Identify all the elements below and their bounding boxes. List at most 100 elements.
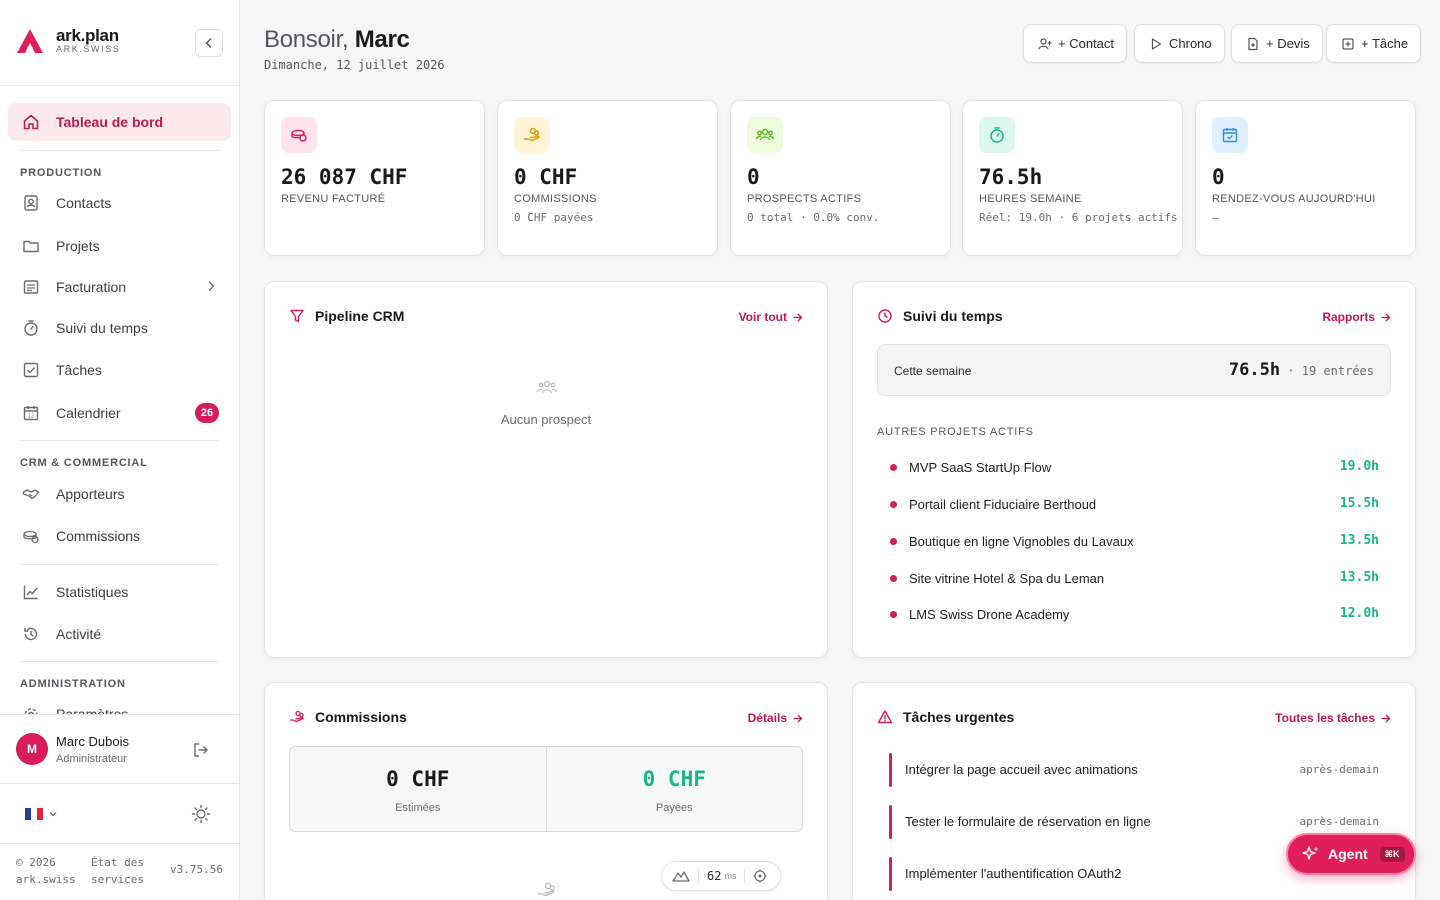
stopwatch-icon: [979, 117, 1015, 153]
priority-bar: [889, 805, 892, 839]
paid-label: Payées: [655, 802, 693, 814]
project-row[interactable]: MVP SaaS StartUp Flow 19.0h: [877, 450, 1391, 486]
sidebar-footer: © 2026 ark.swiss État des services v3.75…: [0, 848, 239, 900]
kpi-value: 0 CHF: [514, 165, 578, 189]
priority-bar: [889, 857, 892, 891]
user-panel: M Marc Dubois Administrateur: [0, 714, 239, 784]
week-label: Cette semaine: [894, 364, 972, 378]
crosshair-icon[interactable]: [753, 869, 767, 883]
arrow-right-icon: [1381, 313, 1391, 321]
kpi-label: PROSPECTS ACTIFS: [747, 193, 862, 205]
all-tasks-link[interactable]: Toutes les tâches: [1275, 711, 1391, 725]
sidebar-item-dashboard[interactable]: Tableau de bord: [8, 103, 231, 141]
sidebar-item-tasks[interactable]: Tâches: [8, 351, 231, 389]
sidebar-item-label: Commissions: [56, 528, 141, 544]
sidebar-item-label: Tâches: [56, 362, 102, 378]
page-title: Bonsoir, Marc: [264, 26, 410, 53]
panel-title: Suivi du temps: [877, 308, 1003, 324]
status-dot: [890, 501, 897, 508]
commission-paid: 0 CHF Payées: [545, 747, 803, 831]
sidebar-item-statistics[interactable]: Statistiques: [8, 573, 231, 611]
priority-bar: [889, 753, 892, 787]
sidebar-item-settings[interactable]: Paramètres: [8, 696, 231, 714]
sidebar-item-billing[interactable]: Facturation: [8, 268, 231, 306]
status-dot: [890, 538, 897, 545]
kpi-label: HEURES SEMAINE: [979, 193, 1082, 205]
task-due: après-demain: [1299, 815, 1379, 828]
estimated-value: 0 CHF: [386, 767, 450, 791]
panel-title: Tâches urgentes: [877, 709, 1014, 725]
kpi-card-hours[interactable]: 76.5h HEURES SEMAINE Réel: 19.0h · 6 pro…: [962, 100, 1183, 256]
calendar-count-badge: 26: [195, 403, 219, 423]
add-quote-button[interactable]: + Devis: [1231, 24, 1323, 63]
sidebar-item-referrers[interactable]: Apporteurs: [8, 475, 231, 513]
performance-indicator[interactable]: 62 ms: [661, 861, 781, 891]
task-due: après-demain: [1299, 763, 1379, 776]
project-name: MVP SaaS StartUp Flow: [909, 460, 1052, 475]
kpi-subtext: 0 CHF payées: [514, 211, 594, 224]
sidebar-item-activity[interactable]: Activité: [8, 615, 231, 653]
chevron-down-icon[interactable]: [48, 809, 58, 819]
status-link[interactable]: État des services: [91, 854, 144, 888]
kpi-value: 0: [747, 165, 760, 189]
project-row[interactable]: LMS Swiss Drone Academy 12.0h: [877, 597, 1391, 633]
project-name: LMS Swiss Drone Academy: [909, 607, 1070, 622]
user-plus-icon: [1038, 37, 1052, 49]
logout-icon[interactable]: [192, 741, 210, 759]
reports-link[interactable]: Rapports: [1322, 310, 1391, 324]
collapse-sidebar-button[interactable]: [195, 29, 223, 57]
kpi-card-revenue[interactable]: 26 087 CHF REVENU FACTURÉ: [264, 100, 485, 256]
sidebar-item-time-tracking[interactable]: Suivi du temps: [8, 309, 231, 347]
paid-value: 0 CHF: [642, 767, 706, 791]
brand-header: ark.plan ARK.SWISS: [0, 0, 239, 86]
sidebar-item-projects[interactable]: Projets: [8, 227, 231, 265]
invoice-icon: [23, 280, 39, 294]
latency-value: 62: [707, 869, 722, 883]
sidebar-item-calendar[interactable]: 12 Calendrier 26: [8, 394, 231, 432]
chevron-left-icon: [205, 38, 212, 48]
sidebar-item-label: Contacts: [56, 195, 112, 211]
calendar-check-icon: [1212, 117, 1248, 153]
avatar[interactable]: M: [16, 733, 48, 765]
status-dot: [890, 575, 897, 582]
add-task-button[interactable]: + Tâche: [1326, 24, 1422, 63]
mountain-icon: [672, 871, 690, 882]
version-label: v3.75.56: [170, 863, 223, 876]
project-row[interactable]: Boutique en ligne Vignobles du Lavaux 13…: [877, 524, 1391, 560]
sidebar-item-label: Suivi du temps: [56, 320, 148, 336]
ark-logo-icon: [17, 29, 43, 53]
sun-icon[interactable]: [191, 804, 211, 824]
kpi-subtext: Réel: 19.0h · 6 projets actifs: [979, 211, 1178, 224]
week-summary: Cette semaine 76.5h · 19 entrées: [877, 344, 1391, 396]
language-selector[interactable]: [25, 808, 43, 820]
sidebar-item-commissions[interactable]: Commissions: [8, 517, 231, 555]
project-hours: 13.5h: [1339, 533, 1379, 548]
chrono-button[interactable]: Chrono: [1134, 24, 1225, 63]
users-icon: [747, 117, 783, 153]
gear-icon: [24, 708, 38, 714]
kpi-card-appointments[interactable]: 0 RENDEZ-VOUS AUJOURD'HUI —: [1195, 100, 1416, 256]
latency-unit: ms: [724, 871, 737, 881]
agent-button[interactable]: Agent ⌘K: [1286, 833, 1416, 875]
status-dot: [890, 611, 897, 618]
add-contact-button[interactable]: + Contact: [1023, 24, 1128, 63]
coins-icon: [23, 530, 39, 544]
week-value: 76.5h · 19 entrées: [1228, 360, 1374, 380]
arrow-right-icon: [793, 313, 803, 321]
kpi-card-commissions[interactable]: 0 CHF COMMISSIONS 0 CHF payées: [497, 100, 718, 256]
copyright: © 2026 ark.swiss: [16, 856, 76, 886]
project-row[interactable]: Portail client Fiduciaire Berthoud 15.5h: [877, 487, 1391, 523]
history-icon: [24, 627, 38, 641]
kpi-card-prospects[interactable]: 0 PROSPECTS ACTIFS 0 total · 0.0% conv.: [730, 100, 951, 256]
commission-estimated: 0 CHF Estimées: [290, 747, 546, 831]
clock-icon: [878, 309, 892, 323]
sidebar-item-contacts[interactable]: Contacts: [8, 184, 231, 222]
task-row[interactable]: Intégrer la page accueil avec animations…: [877, 753, 1391, 793]
project-hours: 12.0h: [1339, 606, 1379, 621]
brand-name: ark.plan: [56, 26, 119, 45]
project-row[interactable]: Site vitrine Hotel & Spa du Leman 13.5h: [877, 561, 1391, 597]
view-all-link[interactable]: Voir tout: [739, 310, 803, 324]
project-hours: 19.0h: [1339, 459, 1379, 474]
details-link[interactable]: Détails: [748, 711, 803, 725]
sidebar-item-label: Paramètres: [56, 706, 129, 714]
